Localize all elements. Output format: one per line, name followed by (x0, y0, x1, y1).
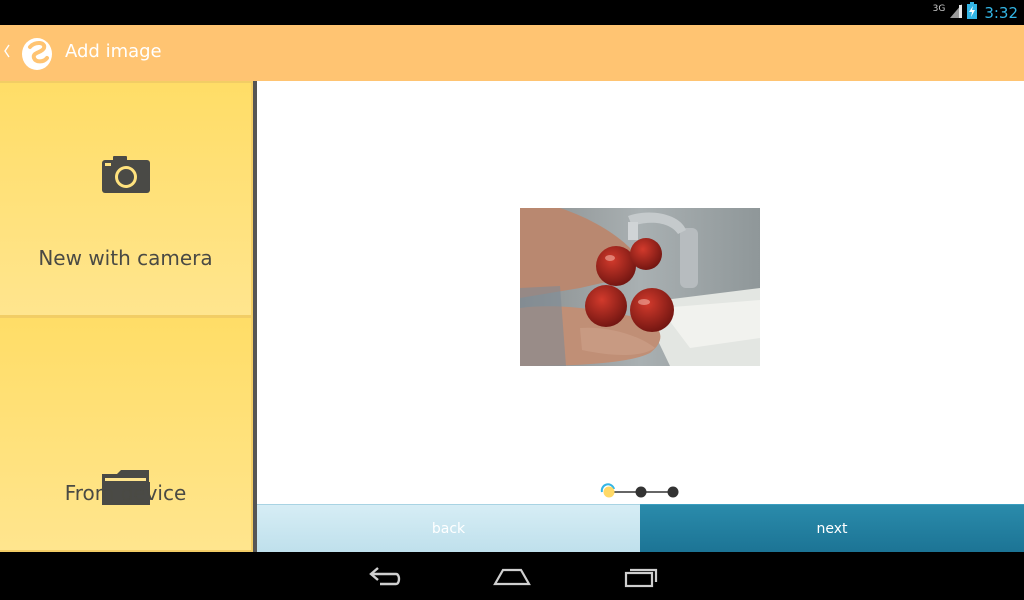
camera-icon (101, 155, 151, 199)
from-device-button[interactable]: From device (0, 318, 251, 550)
from-device-label: From device (64, 481, 187, 505)
screen: 3G 3:32 Add image New with camera From d… (0, 0, 1024, 600)
next-button-label: next (816, 520, 848, 537)
nav-back-icon[interactable] (366, 564, 402, 594)
source-options-panel: New with camera From device (0, 81, 253, 552)
next-button[interactable]: next (640, 504, 1024, 552)
new-with-camera-label: New with camera (38, 246, 213, 270)
step-dot-1 (603, 486, 615, 498)
step-indicator (597, 481, 697, 501)
page-title: Add image (65, 41, 162, 62)
network-type-label: 3G (932, 3, 946, 14)
step-dot-2 (635, 486, 647, 498)
back-button[interactable]: back (257, 504, 640, 552)
nav-home-icon[interactable] (493, 564, 531, 594)
action-bar: Add image (0, 25, 1024, 81)
battery-charging-icon (967, 2, 978, 23)
status-bar: 3G 3:32 (0, 0, 1024, 25)
back-caret-icon[interactable] (3, 42, 11, 64)
status-icons: 3G 3:32 (933, 2, 1018, 23)
signal-icon (949, 3, 963, 23)
content-area (257, 81, 1024, 504)
system-nav-bar (0, 552, 1024, 600)
clock: 3:32 (984, 3, 1018, 22)
nav-recents-icon[interactable] (622, 564, 658, 594)
new-with-camera-button[interactable]: New with camera (0, 83, 251, 315)
back-button-label: back (431, 520, 466, 537)
image-preview (520, 208, 760, 366)
step-dot-3 (667, 486, 679, 498)
app-logo-icon[interactable] (20, 33, 56, 77)
